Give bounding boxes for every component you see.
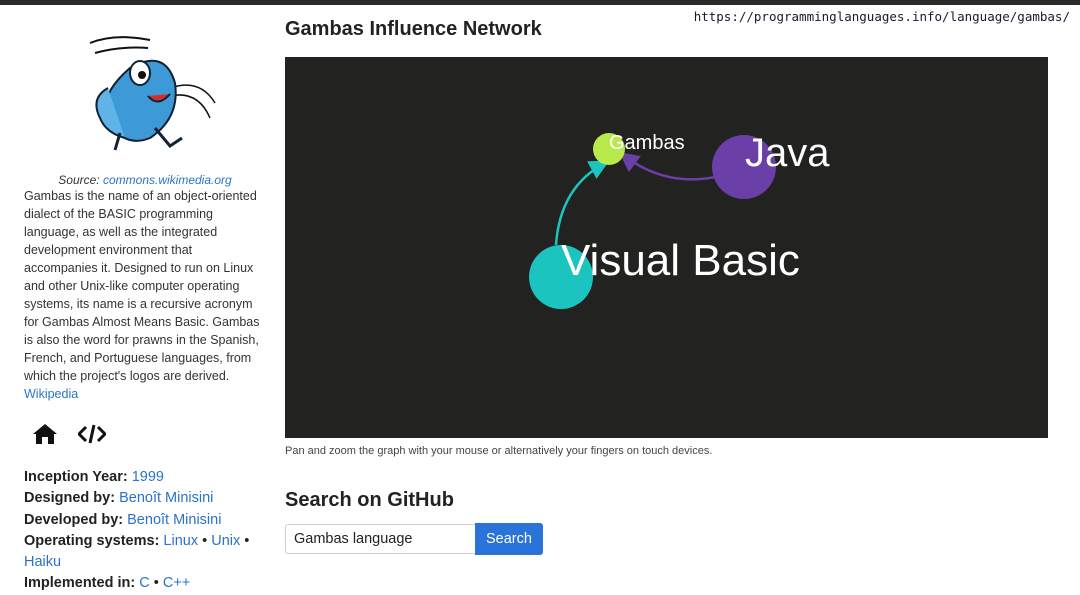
description: Gambas is the name of an object-oriented…	[24, 187, 266, 403]
separator: •	[153, 575, 159, 592]
graph-caption: Pan and zoom the graph with your mouse o…	[285, 445, 713, 457]
label-java: Java	[745, 131, 830, 175]
search-button[interactable]: Search	[475, 523, 543, 555]
designed-value[interactable]: Benoît Minisini	[119, 490, 213, 506]
os-haiku[interactable]: Haiku	[24, 554, 61, 570]
wikipedia-link[interactable]: Wikipedia	[24, 387, 78, 401]
developed-value[interactable]: Benoît Minisini	[127, 512, 221, 528]
facts: Inception Year: 1999 Designed by: Benoît…	[24, 467, 266, 595]
description-text: Gambas is the name of an object-oriented…	[24, 189, 260, 383]
impl-cpp[interactable]: C++	[163, 575, 190, 591]
label-gambas: Gambas	[609, 132, 685, 154]
code-icon[interactable]	[78, 423, 106, 445]
home-icon[interactable]	[32, 423, 58, 445]
search-form: Search	[285, 523, 543, 555]
os-linux[interactable]: Linux	[163, 533, 198, 549]
top-bar	[0, 0, 1080, 5]
separator: •	[244, 532, 250, 549]
designed-label: Designed by:	[24, 490, 116, 507]
implemented-row: Implemented in: C • C++	[24, 573, 266, 594]
influence-graph[interactable]: Gambas Java Visual Basic	[285, 57, 1048, 438]
designed-row: Designed by: Benoît Minisini	[24, 488, 266, 509]
developed-label: Developed by:	[24, 511, 124, 528]
separator: •	[202, 532, 208, 549]
os-label: Operating systems:	[24, 532, 160, 549]
inception-row: Inception Year: 1999	[24, 467, 266, 488]
inception-value[interactable]: 1999	[132, 469, 164, 485]
main-content: Gambas Influence Network Gambas Java Vis…	[285, 18, 1048, 555]
developed-row: Developed by: Benoît Minisini	[24, 510, 266, 531]
image-source: Source: commons.wikimedia.org	[24, 173, 266, 187]
impl-c[interactable]: C	[139, 575, 149, 591]
page-title: Gambas Influence Network	[285, 18, 542, 40]
gambas-prawn-logo	[89, 36, 216, 151]
os-row: Operating systems: Linux • Unix • Haiku	[24, 531, 266, 574]
search-heading: Search on GitHub	[285, 489, 454, 511]
implemented-label: Implemented in:	[24, 575, 136, 592]
label-visual-basic: Visual Basic	[561, 236, 800, 285]
source-link[interactable]: commons.wikimedia.org	[103, 173, 232, 187]
source-label: Source:	[58, 173, 100, 187]
search-input[interactable]	[285, 524, 475, 554]
icon-row	[32, 423, 266, 445]
os-unix[interactable]: Unix	[211, 533, 240, 549]
inception-label: Inception Year:	[24, 469, 128, 485]
sidebar: Source: commons.wikimedia.org Gambas is …	[24, 28, 266, 595]
